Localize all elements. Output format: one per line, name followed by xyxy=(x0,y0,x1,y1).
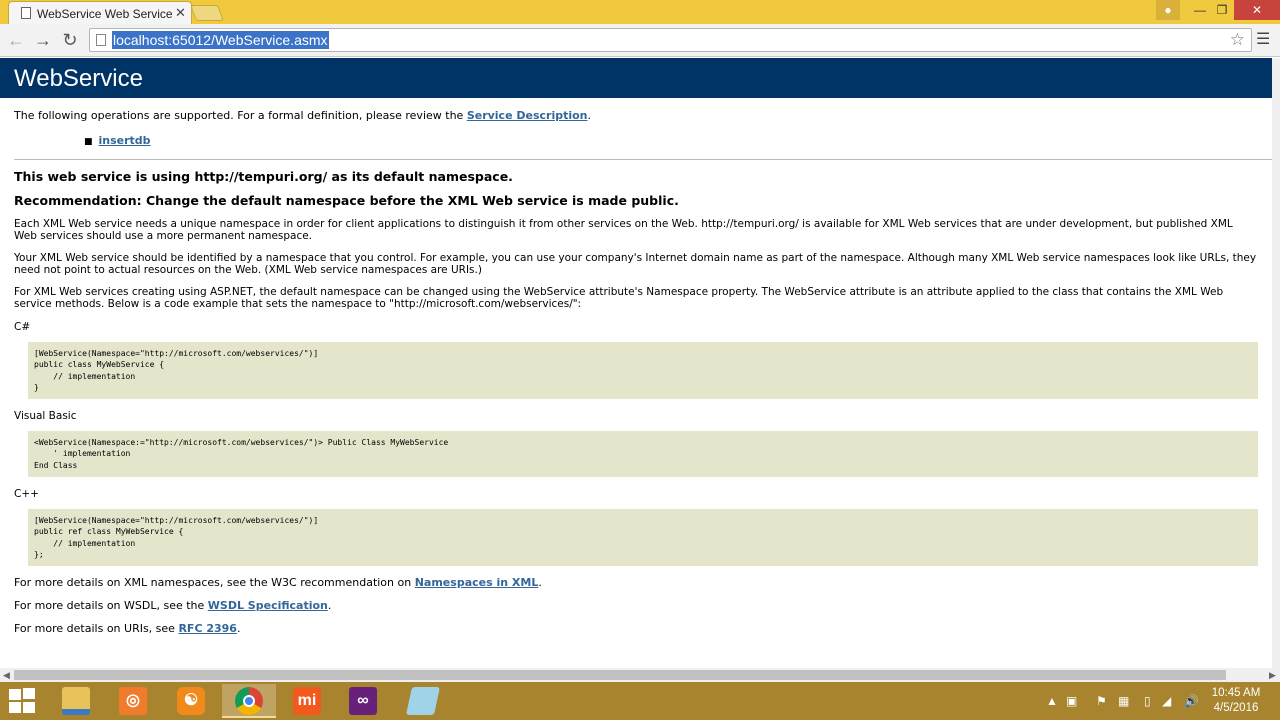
user-profile-icon[interactable]: ● xyxy=(1156,0,1180,20)
address-url-text[interactable]: localhost:65012/WebService.asmx xyxy=(112,31,329,49)
volume-icon[interactable]: 🔊 xyxy=(1184,694,1199,708)
clock-time: 10:45 AM xyxy=(1211,687,1261,699)
page-title: WebService xyxy=(0,58,1272,98)
windows-start-icon[interactable] xyxy=(8,688,36,714)
horizontal-scroll-thumb[interactable] xyxy=(14,670,1226,680)
paragraph-namespace-control: Your XML Web service should be identifie… xyxy=(14,252,1257,276)
more-namespaces-text: For more details on XML namespaces, see … xyxy=(14,576,415,590)
uc-browser-icon[interactable]: ☯ xyxy=(164,684,218,718)
mi-label: mi xyxy=(293,687,321,715)
page-content: WebService The following operations are … xyxy=(0,58,1272,668)
code-language-cpp: C++ xyxy=(14,488,39,501)
horizontal-scrollbar[interactable]: ◀ ▶ xyxy=(0,668,1280,682)
recommendation-heading: Recommendation: Change the default names… xyxy=(14,193,679,208)
back-arrow-icon[interactable]: ← xyxy=(5,30,27,50)
battery-icon[interactable]: ▯ xyxy=(1144,694,1151,708)
page-icon xyxy=(21,7,31,19)
period: . xyxy=(236,622,241,636)
intro-text: The following operations are supported. … xyxy=(14,109,467,122)
operation-link-insertdb[interactable]: insertdb xyxy=(99,134,151,147)
wifi-signal-icon[interactable]: ◢ xyxy=(1162,694,1171,708)
period: . xyxy=(327,599,332,613)
tab-close-icon[interactable]: ✕ xyxy=(175,5,186,21)
tab-title: WebService Web Service xyxy=(37,7,173,21)
page-info-icon[interactable] xyxy=(96,34,106,46)
windows-taskbar: ◎ ☯ mi ∞ ▲ ▣ ⚑ ▦ ▯ ◢ 🔊 10:45 AM 4/5/2016 xyxy=(0,682,1280,720)
address-bar[interactable]: localhost:65012/WebService.asmx ☆ xyxy=(89,28,1252,52)
rfc-2396-link[interactable]: RFC 2396 xyxy=(178,622,237,635)
show-hidden-icons-icon[interactable]: ▲ xyxy=(1046,694,1058,708)
period: . xyxy=(538,576,542,590)
code-language-vb: Visual Basic xyxy=(14,410,77,423)
screen-recorder-icon[interactable]: ◎ xyxy=(106,684,160,718)
operations-list: ■ insertdb xyxy=(14,134,1258,147)
file-explorer-icon[interactable] xyxy=(49,684,103,718)
vertical-scrollbar[interactable] xyxy=(1272,58,1280,668)
mi-icon[interactable]: mi xyxy=(280,684,334,718)
code-sample-cpp: [WebService(Namespace="http://microsoft.… xyxy=(28,509,1258,567)
notepad-icon[interactable] xyxy=(396,684,450,718)
more-wsdl-text: For more details on WSDL, see the xyxy=(14,599,208,613)
service-description-link[interactable]: Service Description xyxy=(467,109,588,122)
reload-icon[interactable]: ↻ xyxy=(59,30,81,50)
new-tab-button[interactable] xyxy=(190,5,224,21)
code-sample-csharp: [WebService(Namespace="http://microsoft.… xyxy=(28,342,1258,400)
namespaces-in-xml-link[interactable]: Namespaces in XML xyxy=(415,576,539,589)
chrome-icon[interactable] xyxy=(222,684,276,718)
taskbar-clock[interactable]: 10:45 AM 4/5/2016 xyxy=(1206,686,1266,716)
divider xyxy=(14,159,1272,160)
paragraph-aspnet: For XML Web services creating using ASP.… xyxy=(14,286,1224,310)
clock-date: 4/5/2016 xyxy=(1213,702,1259,714)
bullet-icon: ■ xyxy=(84,137,93,147)
paragraph-namespace-unique: Each XML Web service needs a unique name… xyxy=(14,218,1233,242)
action-center-icon[interactable]: ⚑ xyxy=(1096,694,1107,708)
network-tray-icon[interactable]: ▣ xyxy=(1066,694,1077,708)
intro-paragraph: The following operations are supported. … xyxy=(14,110,1258,122)
code-language-csharp: C# xyxy=(14,321,31,333)
browser-toolbar: ← → ↻ localhost:65012/WebService.asmx ☆ … xyxy=(0,24,1280,57)
intro-end: . xyxy=(587,109,592,122)
browser-titlebar: WebService Web Service ✕ ● — ❐ ✕ xyxy=(0,0,1280,24)
browser-tab-active[interactable]: WebService Web Service ✕ xyxy=(8,1,192,24)
scroll-left-icon[interactable]: ◀ xyxy=(3,668,10,682)
code-sample-vb: <WebService(Namespace:="http://microsoft… xyxy=(28,431,1258,478)
close-window-button[interactable]: ✕ xyxy=(1234,0,1280,20)
chrome-menu-icon[interactable]: ☰ xyxy=(1256,32,1272,48)
more-uris-text: For more details on URIs, see xyxy=(14,622,179,636)
windows-tray-icon[interactable]: ▦ xyxy=(1118,694,1129,708)
wsdl-specification-link[interactable]: WSDL Specification xyxy=(208,599,328,612)
scroll-right-icon[interactable]: ▶ xyxy=(1269,668,1276,682)
visual-studio-icon[interactable]: ∞ xyxy=(336,684,390,718)
forward-arrow-icon[interactable]: → xyxy=(32,30,54,50)
more-wsdl: For more details on WSDL, see the WSDL S… xyxy=(14,600,1258,612)
bookmark-star-icon[interactable]: ☆ xyxy=(1230,30,1245,50)
maximize-button[interactable]: ❐ xyxy=(1208,0,1236,20)
namespace-notice: This web service is using http://tempuri… xyxy=(14,169,513,184)
more-namespaces: For more details on XML namespaces, see … xyxy=(14,577,1258,589)
more-uris: For more details on URIs, see RFC 2396. xyxy=(14,623,1258,635)
